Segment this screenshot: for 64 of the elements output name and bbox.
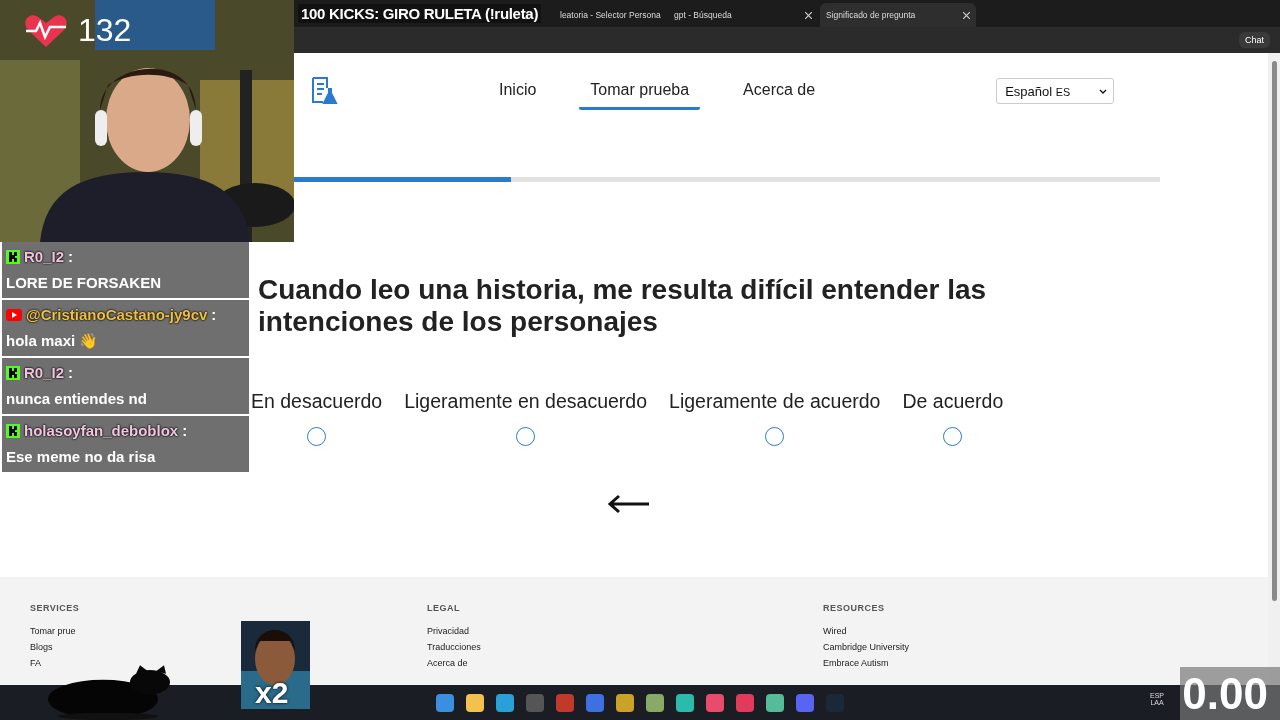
footer-heading: SERVICES [30, 603, 81, 613]
taskbar-app-icon[interactable] [616, 693, 634, 712]
browser-tab[interactable]: Significado de pregunta [820, 3, 976, 27]
option-label: De acuerdo [902, 390, 1004, 413]
footer-link[interactable]: Traducciones [427, 642, 481, 652]
back-arrow-icon[interactable] [607, 494, 651, 514]
chat-separator: : [211, 305, 217, 325]
radio-button[interactable] [943, 427, 963, 446]
kick-icon [6, 424, 20, 438]
chat-separator: : [68, 363, 74, 383]
taskbar-app-icon[interactable] [436, 693, 454, 712]
taskbar-app-icon[interactable] [766, 693, 784, 712]
chat-separator: : [68, 247, 74, 267]
taskbar-app-icon[interactable] [706, 693, 724, 712]
footer-link[interactable]: Wired [823, 626, 847, 636]
chat-text: Ese meme no da risa [6, 447, 156, 467]
nav-link[interactable]: Tomar prueba [579, 72, 701, 110]
footer-link[interactable]: Cambridge University [823, 642, 910, 652]
taskbar-app-icon[interactable] [466, 693, 484, 712]
chat-text: LORE DE FORSAKEN [6, 273, 161, 293]
chat-username: R0_I2 [24, 363, 65, 383]
heart-rate-value: 132 [78, 12, 132, 49]
chat-username: holasoyfan_deboblox [24, 421, 179, 441]
footer-link[interactable]: Acerca de [427, 658, 468, 668]
radio-button[interactable] [307, 427, 327, 446]
chat-username: @CristianoCastano-jy9cv [26, 305, 208, 325]
chat-text: hola maxi 👋 [6, 331, 99, 351]
close-icon[interactable] [963, 11, 970, 19]
chat-username: R0_I2 [24, 247, 65, 267]
kick-icon [6, 250, 20, 264]
taskbar-app-icon[interactable] [496, 693, 514, 712]
chat-text: nunca entiendes nd [6, 389, 147, 409]
document-flask-icon [310, 76, 338, 106]
taskbar-app-icon[interactable] [676, 693, 694, 712]
multiplier-text: x2 [255, 676, 289, 709]
option-label: Ligeramente en desacuerdo [404, 390, 648, 413]
radio-button[interactable] [765, 427, 785, 446]
nav-link[interactable]: Acerca de [732, 72, 827, 110]
footer-heading: RESOURCES [823, 603, 886, 613]
nav-link[interactable]: Inicio [488, 72, 548, 110]
heart-rate-icon [24, 13, 68, 48]
scrollbar-thumb[interactable] [1271, 61, 1277, 601]
option-label: En desacuerdo [251, 390, 383, 413]
play-icon [6, 309, 22, 321]
question-text: Cuando leo una historia, me resulta difícil entender las intenciones de los personajes [258, 274, 988, 338]
footer-link[interactable]: Tomar prue [30, 626, 76, 636]
stream-title: 100 KICKS: GIRO RULETA (!ruleta) [298, 4, 542, 23]
taskbar-app-icon[interactable] [646, 693, 664, 712]
language-select[interactable]: Español ES [996, 78, 1115, 104]
footer-link[interactable]: Privacidad [427, 626, 470, 636]
chat-separator: : [182, 421, 188, 441]
option-label: Ligeramente de acuerdo [669, 390, 881, 413]
chat-button[interactable]: Chat [1239, 32, 1270, 48]
radio-button[interactable] [516, 427, 536, 446]
footer-link[interactable]: Embrace Autism [823, 658, 889, 668]
close-icon[interactable] [805, 11, 812, 19]
timer-text: 0.00 [1182, 668, 1268, 719]
footer-link[interactable]: Blogs [30, 642, 53, 652]
footer-link[interactable]: FA [30, 658, 41, 668]
browser-tab[interactable]: leatoria - Selector Persona [560, 3, 666, 27]
browser-tab[interactable]: gpt - Búsqueda [668, 3, 818, 27]
footer-heading: LEGAL [427, 603, 461, 613]
chevron-down-icon [1099, 88, 1108, 94]
kick-icon [6, 366, 20, 380]
